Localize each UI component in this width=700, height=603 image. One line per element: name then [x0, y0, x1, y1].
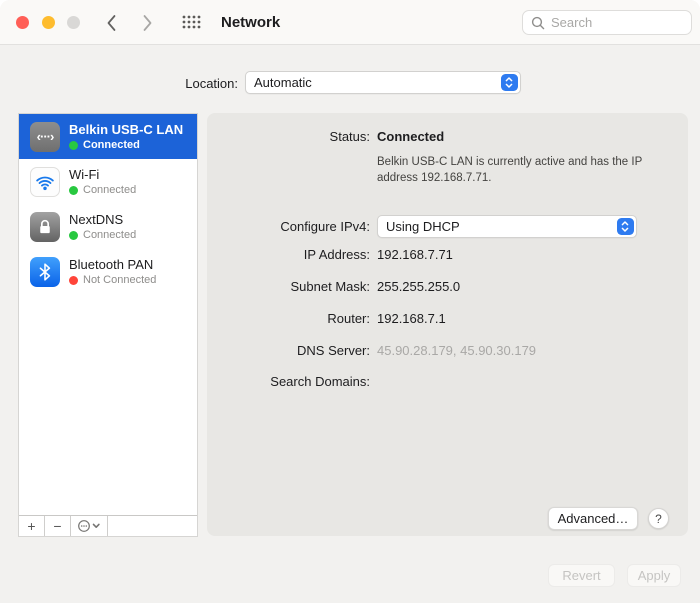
interface-status: Connected	[83, 139, 140, 151]
location-select-value: Automatic	[254, 75, 501, 90]
show-all-grid-icon[interactable]	[182, 15, 201, 29]
help-button[interactable]: ?	[648, 508, 669, 529]
router-value: 192.168.7.1	[377, 311, 446, 326]
interface-name: Belkin USB-C LAN	[69, 122, 183, 137]
configure-ipv4-value: Using DHCP	[386, 219, 617, 234]
search-domains-row: Search Domains:	[207, 374, 688, 389]
close-button[interactable]	[16, 16, 29, 29]
bluetooth-icon	[30, 257, 60, 287]
location-label: Location:	[108, 76, 238, 91]
dns-server-value: 45.90.28.179, 45.90.30.179	[377, 343, 536, 358]
subnet-mask-value: 255.255.255.0	[377, 279, 460, 294]
minimize-button[interactable]	[42, 16, 55, 29]
status-description: Belkin USB-C LAN is currently active and…	[377, 154, 667, 186]
interface-name: Bluetooth PAN	[69, 257, 156, 272]
configure-ipv4-row: Configure IPv4: Using DHCP	[207, 215, 688, 238]
location-select[interactable]: Automatic	[245, 71, 521, 94]
ip-address-label: IP Address:	[207, 247, 370, 262]
lock-icon	[30, 212, 60, 242]
add-interface-button[interactable]: +	[19, 516, 45, 536]
ip-address-row: IP Address: 192.168.7.71	[207, 247, 688, 262]
router-row: Router: 192.168.7.1	[207, 311, 688, 326]
action-menu-button[interactable]	[71, 516, 108, 536]
interface-list: ‹···› Belkin USB-C LAN Connected	[18, 113, 198, 537]
titlebar: Network Search	[0, 0, 700, 45]
ip-address-value: 192.168.7.71	[377, 247, 453, 262]
remove-interface-button[interactable]: −	[45, 516, 71, 536]
interface-name: NextDNS	[69, 212, 136, 227]
forward-button[interactable]	[136, 12, 158, 34]
search-field[interactable]: Search	[522, 10, 692, 35]
subnet-mask-row: Subnet Mask: 255.255.255.0	[207, 279, 688, 294]
sidebar-item-nextdns[interactable]: NextDNS Connected	[19, 204, 197, 249]
revert-button[interactable]: Revert	[548, 564, 615, 587]
interface-status: Connected	[83, 229, 136, 241]
stepper-chevrons-icon	[617, 218, 634, 235]
search-icon	[531, 16, 545, 30]
router-label: Router:	[207, 311, 370, 326]
sidebar-item-wifi[interactable]: Wi-Fi Connected	[19, 159, 197, 204]
apply-button[interactable]: Apply	[627, 564, 681, 587]
sidebar-item-bluetooth-pan[interactable]: Bluetooth PAN Not Connected	[19, 249, 197, 294]
status-row: Status: Connected	[207, 129, 688, 144]
search-placeholder: Search	[551, 15, 592, 30]
window-title: Network	[221, 14, 280, 31]
interface-name: Wi-Fi	[69, 167, 136, 182]
dns-server-row: DNS Server: 45.90.28.179, 45.90.30.179	[207, 343, 688, 358]
action-menu-icon	[77, 519, 102, 533]
search-domains-label: Search Domains:	[207, 374, 370, 389]
interface-list-toolbar: + −	[19, 515, 197, 536]
back-button[interactable]	[100, 12, 122, 34]
content-area: Location: Automatic ‹···› Belkin USB-C L…	[0, 45, 700, 603]
status-dot	[69, 141, 78, 150]
status-dot	[69, 231, 78, 240]
status-dot	[69, 186, 78, 195]
subnet-mask-label: Subnet Mask:	[207, 279, 370, 294]
status-label: Status:	[207, 129, 370, 144]
chevron-right-icon	[142, 14, 153, 32]
network-preferences-window: Network Search Location: Automatic	[0, 0, 700, 603]
interface-status: Not Connected	[83, 274, 156, 286]
chevron-left-icon	[106, 14, 117, 32]
status-dot	[69, 276, 78, 285]
ethernet-icon: ‹···›	[30, 122, 60, 152]
status-value: Connected	[377, 129, 444, 144]
configure-ipv4-select[interactable]: Using DHCP	[377, 215, 637, 238]
wifi-icon	[30, 167, 60, 197]
configure-ipv4-label: Configure IPv4:	[207, 219, 370, 234]
interface-status: Connected	[83, 184, 136, 196]
advanced-button[interactable]: Advanced…	[548, 507, 638, 530]
dns-server-label: DNS Server:	[207, 343, 370, 358]
zoom-button-disabled	[67, 16, 80, 29]
sidebar-item-belkin-usb-c-lan[interactable]: ‹···› Belkin USB-C LAN Connected	[19, 114, 197, 159]
interface-list-items: ‹···› Belkin USB-C LAN Connected	[19, 114, 197, 515]
stepper-chevrons-icon	[501, 74, 518, 91]
interface-detail-panel: Status: Connected Belkin USB-C LAN is cu…	[207, 113, 688, 536]
